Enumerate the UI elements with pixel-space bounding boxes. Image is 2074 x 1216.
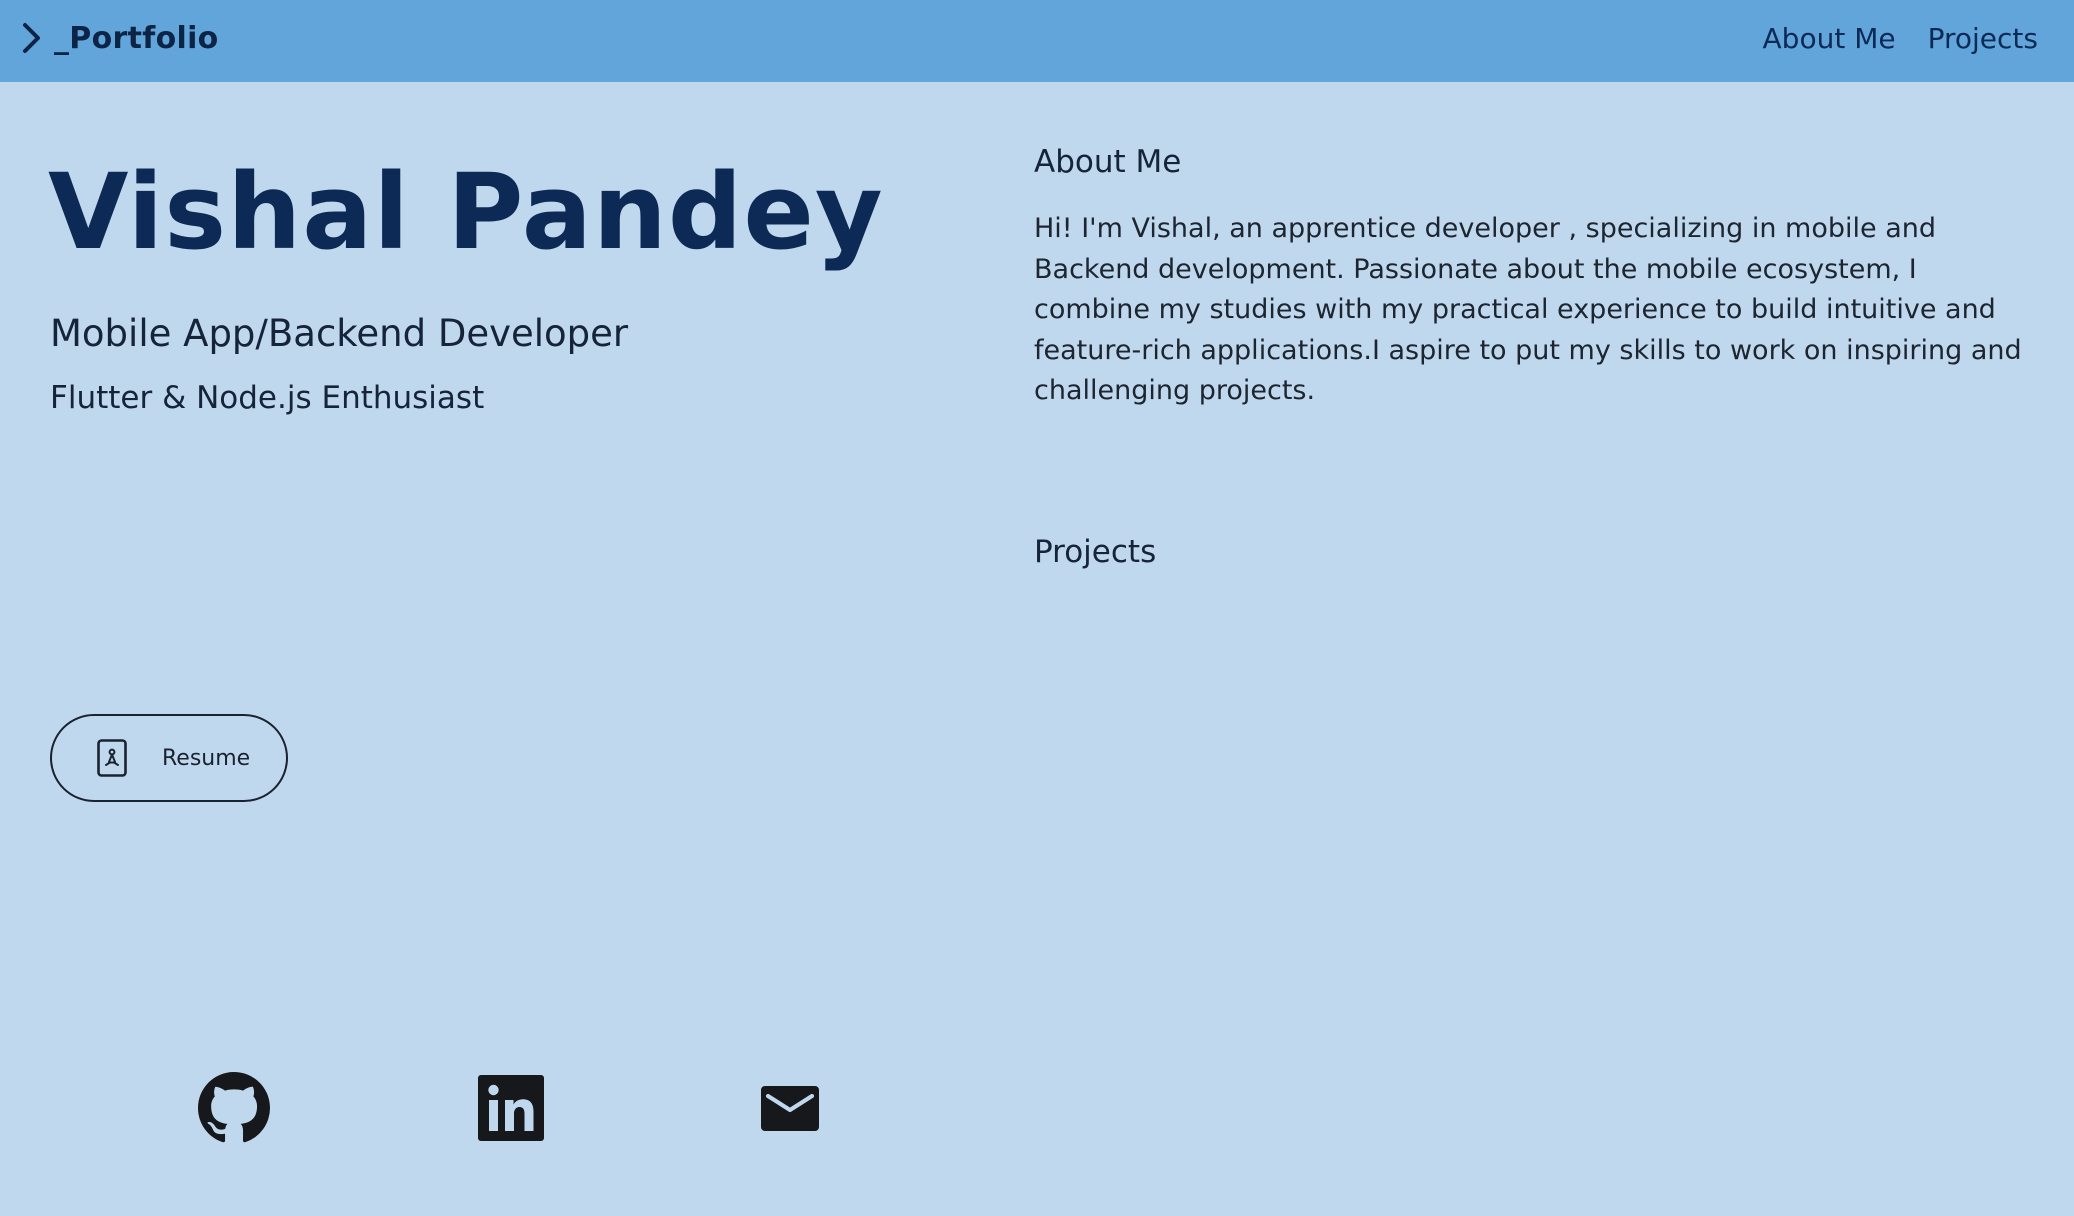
pdf-file-icon <box>97 739 127 777</box>
projects-heading: Projects <box>1034 534 1157 570</box>
brand-logo[interactable]: _Portfolio <box>20 20 219 56</box>
nav-link-projects[interactable]: Projects <box>1928 22 2038 55</box>
hero-name: Vishal Pandey <box>48 151 884 273</box>
nav-links: About Me Projects <box>1763 22 2038 55</box>
mail-icon[interactable] <box>754 1072 826 1144</box>
chevron-right-icon <box>23 23 40 53</box>
navbar: _Portfolio About Me Projects <box>0 0 2074 82</box>
hero-tagline: Flutter & Node.js Enthusiast <box>50 380 485 416</box>
about-me-text: Hi! I'm Vishal, an apprentice developer … <box>1034 213 2022 406</box>
hero-role: Mobile App/Backend Developer <box>50 312 629 355</box>
github-icon[interactable] <box>198 1072 270 1144</box>
brand-title: _Portfolio <box>54 20 219 56</box>
resume-label: Resume <box>162 745 251 771</box>
resume-button[interactable]: Resume <box>50 714 288 802</box>
nav-link-about-me[interactable]: About Me <box>1763 22 1896 55</box>
about-me-heading: About Me <box>1034 144 1182 180</box>
linkedin-icon[interactable] <box>475 1072 547 1144</box>
